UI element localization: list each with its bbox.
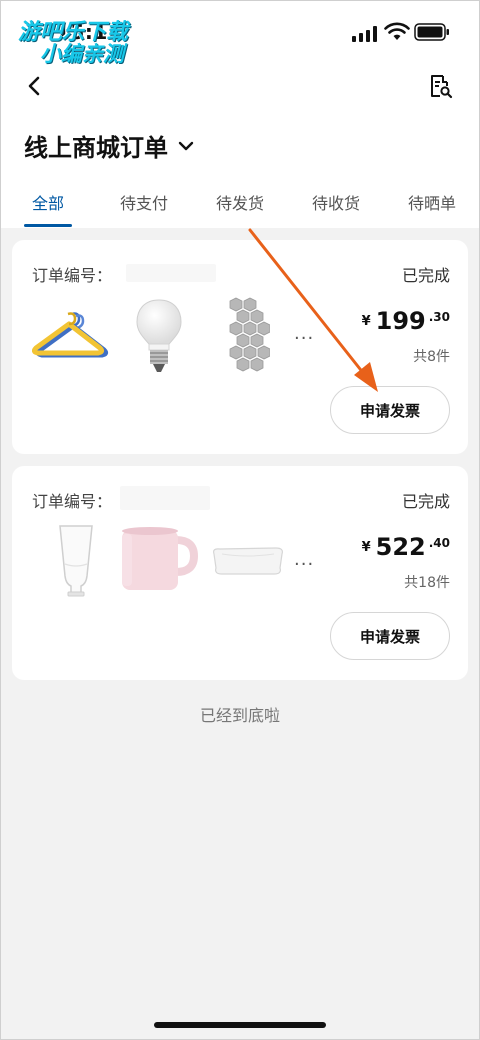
price-integer: 199	[375, 307, 426, 335]
tab-pending-shipment[interactable]: 待发货	[216, 190, 264, 214]
apply-invoice-button[interactable]: 申请发票	[330, 612, 450, 660]
order-number-redacted	[120, 486, 210, 510]
item-count: 共8件	[413, 349, 450, 365]
document-search-icon	[431, 75, 453, 99]
more-items-ellipsis: ···	[294, 328, 315, 349]
hexagon-tiles-icon	[229, 297, 270, 372]
status-bar: 15:11 游吧乐下载 小编亲测	[0, 0, 480, 66]
back-button[interactable]	[22, 74, 46, 98]
tab-pending-receipt[interactable]: 待收货	[312, 190, 360, 214]
glass-icon	[59, 525, 93, 597]
tab-active-indicator	[24, 224, 72, 227]
item-count: 共18件	[404, 575, 450, 591]
pillow-icon	[213, 547, 283, 575]
order-card[interactable]: 订单编号： 已完成 ··· ¥ 199 .30 共8件 申请发票	[12, 240, 468, 454]
signal-icon	[352, 26, 377, 42]
mug-icon	[122, 527, 198, 590]
tab-all[interactable]: 全部	[32, 190, 64, 214]
order-number-label: 订单编号：	[32, 266, 113, 285]
battery-icon	[414, 23, 449, 41]
page-title[interactable]: 线上商城订单	[24, 128, 194, 163]
price-integer: 522	[375, 533, 426, 561]
home-indicator	[154, 1022, 326, 1028]
price-decimal: .30	[428, 310, 450, 324]
tab-pending-review[interactable]: 待晒单	[408, 190, 456, 214]
price-currency: ¥	[361, 314, 371, 329]
order-tabs: 全部 待支付 待发货 待收货 待晒单	[0, 184, 480, 228]
order-status: 已完成	[401, 266, 450, 285]
price-decimal: .40	[428, 536, 450, 550]
order-price: ¥ 199 .30	[362, 306, 450, 336]
wifi-icon	[384, 22, 410, 40]
hanger-icon	[32, 312, 109, 358]
order-price: ¥ 522 .40	[362, 532, 450, 562]
order-status: 已完成	[401, 492, 450, 511]
apply-invoice-button[interactable]: 申请发票	[330, 386, 450, 434]
tab-pending-payment[interactable]: 待支付	[120, 190, 168, 214]
price-currency: ¥	[361, 540, 371, 555]
light-bulb-icon	[136, 299, 182, 372]
chevron-down-icon	[178, 141, 194, 150]
end-of-list-text: 已经到底啦	[199, 706, 280, 725]
order-card[interactable]: 订单编号： 已完成 ··· ¥ 522 .40 共18件 申请发票	[12, 466, 468, 680]
watermark-line2: 小编亲测	[40, 42, 124, 66]
chevron-left-icon	[28, 76, 40, 96]
order-number-label: 订单编号：	[32, 492, 113, 511]
more-items-ellipsis: ···	[294, 554, 315, 575]
order-number-redacted	[126, 264, 216, 282]
watermark-logo: 游吧乐下载 小编亲测	[14, 12, 164, 70]
page-title-text: 线上商城订单	[24, 134, 168, 162]
search-order-button[interactable]	[426, 72, 454, 100]
